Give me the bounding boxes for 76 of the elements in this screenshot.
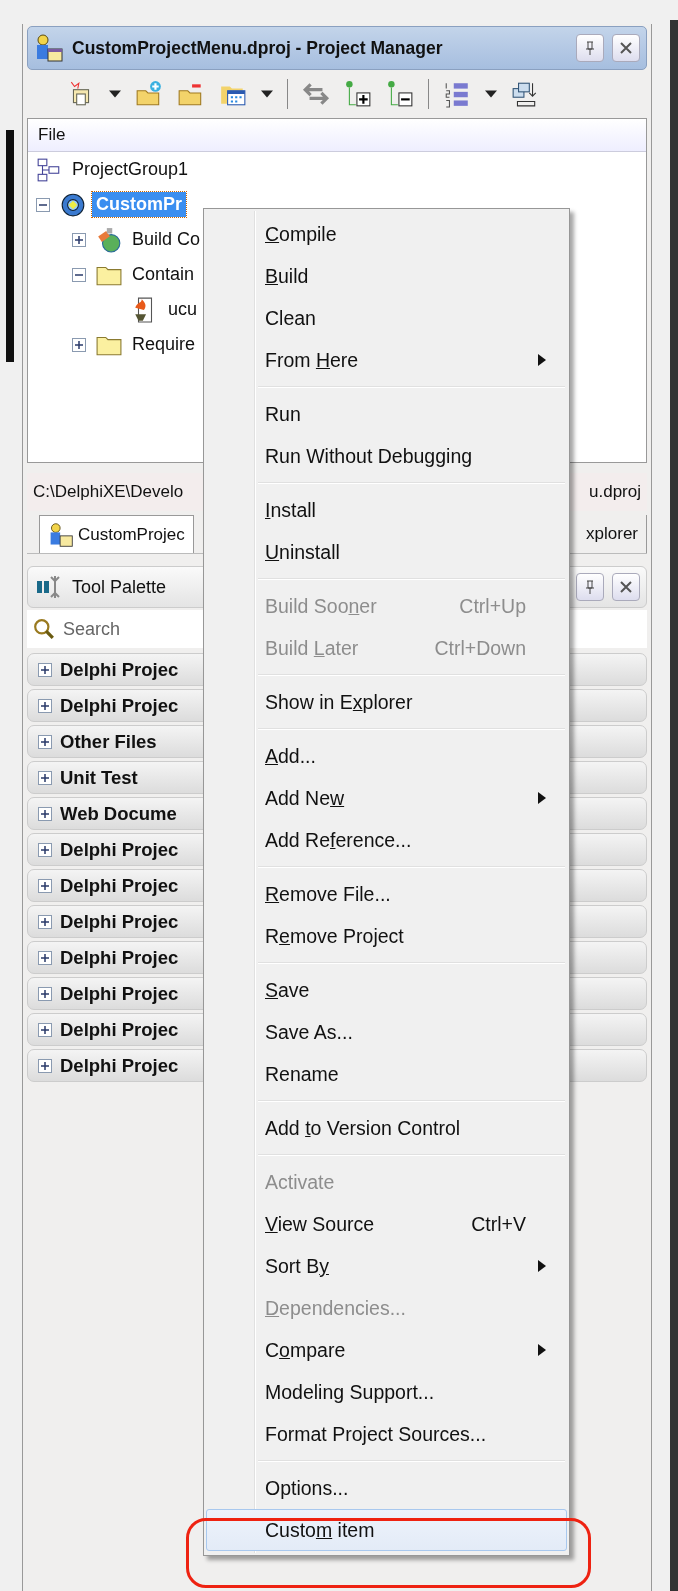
- panel-title: CustomProjectMenu.dproj - Project Manager: [72, 37, 444, 59]
- collapse-icon[interactable]: [36, 197, 50, 212]
- menu-item[interactable]: Save As...: [206, 1011, 567, 1053]
- menu-item[interactable]: Uninstall: [206, 531, 567, 573]
- gear-icon: [60, 191, 86, 218]
- tree-item[interactable]: ucu: [164, 297, 202, 322]
- panel-title: Tool Palette: [72, 576, 167, 598]
- menu-item[interactable]: From Here: [206, 339, 567, 381]
- person-window-icon: [48, 521, 74, 548]
- remove-node-icon[interactable]: [386, 80, 414, 108]
- menu-item[interactable]: View Source Ctrl+V: [206, 1203, 567, 1245]
- menu-item[interactable]: Sort By: [206, 1245, 567, 1287]
- menu-item[interactable]: Remove Project: [206, 915, 567, 957]
- expand-icon[interactable]: [72, 337, 86, 352]
- caret-icon[interactable]: [485, 90, 497, 98]
- tree-item[interactable]: ProjectGroup1: [68, 157, 193, 182]
- menu-item[interactable]: Format Project Sources...: [206, 1413, 567, 1455]
- menu-item[interactable]: Custom item: [206, 1509, 567, 1551]
- menu-item[interactable]: Run Without Debugging: [206, 435, 567, 477]
- close-icon: [618, 40, 634, 56]
- menu-item[interactable]: Compare: [206, 1329, 567, 1371]
- path-text: u.dproj: [589, 482, 641, 502]
- expand-icon: [38, 1022, 52, 1037]
- shortcut-text: Ctrl+Down: [434, 636, 526, 660]
- path-text: C:\DelphiXE\Develo: [33, 482, 184, 502]
- menu-item[interactable]: Rename: [206, 1053, 567, 1095]
- menu-item[interactable]: Run: [206, 393, 567, 435]
- search-icon: [33, 618, 55, 640]
- expand-icon: [38, 662, 52, 677]
- close-button[interactable]: [612, 34, 640, 62]
- expand-icon: [38, 734, 52, 749]
- menu-item[interactable]: Add Reference...: [206, 819, 567, 861]
- menu-item[interactable]: Remove File...: [206, 873, 567, 915]
- close-button[interactable]: [612, 573, 640, 601]
- tree-item[interactable]: Require: [128, 332, 200, 357]
- shortcut-text: Ctrl+V: [471, 1212, 526, 1236]
- menu-item[interactable]: Add...: [206, 735, 567, 777]
- pin-button[interactable]: [576, 573, 604, 601]
- numbered-list-icon[interactable]: [443, 80, 471, 108]
- expand-icon: [38, 698, 52, 713]
- project-group-icon: [36, 156, 62, 183]
- expand-icon: [38, 1058, 52, 1073]
- tab[interactable]: CustomProjec: [39, 515, 194, 553]
- expand-icon: [38, 842, 52, 857]
- globe-icon: [96, 226, 122, 253]
- menu-item[interactable]: Compile: [206, 213, 567, 255]
- expand-icon: [38, 878, 52, 893]
- tree-item[interactable]: Contain: [128, 262, 199, 287]
- expand-icon: [38, 914, 52, 929]
- add-node-icon[interactable]: [344, 80, 372, 108]
- caret-icon[interactable]: [109, 90, 121, 98]
- pin-button[interactable]: [576, 34, 604, 62]
- menu-item[interactable]: Show in Explorer: [206, 681, 567, 723]
- menu-item[interactable]: Clean: [206, 297, 567, 339]
- menu-item[interactable]: Install: [206, 489, 567, 531]
- collapse-icon[interactable]: [72, 267, 86, 282]
- expand-icon: [38, 770, 52, 785]
- expand-icon[interactable]: [72, 232, 86, 247]
- menu-item[interactable]: Modeling Support...: [206, 1371, 567, 1413]
- menu-item[interactable]: Build: [206, 255, 567, 297]
- shortcut-text: Ctrl+Up: [459, 594, 526, 618]
- caret-icon[interactable]: [261, 90, 273, 98]
- close-icon: [618, 579, 634, 595]
- stacked-windows-icon[interactable]: [511, 80, 539, 108]
- person-window-icon: [34, 33, 64, 63]
- menu-item[interactable]: Options...: [206, 1467, 567, 1509]
- menu-item[interactable]: Add New: [206, 777, 567, 819]
- expand-icon: [38, 806, 52, 821]
- expand-icon: [38, 986, 52, 1001]
- tree-item[interactable]: Build Co: [128, 227, 205, 252]
- swap-arrows-icon[interactable]: [302, 80, 330, 108]
- menu-item[interactable]: Add to Version Control: [206, 1107, 567, 1149]
- expand-icon: [38, 950, 52, 965]
- add-folder-icon[interactable]: [135, 80, 163, 108]
- menu-item[interactable]: Save: [206, 969, 567, 1011]
- tab[interactable]: xplorer: [578, 515, 647, 553]
